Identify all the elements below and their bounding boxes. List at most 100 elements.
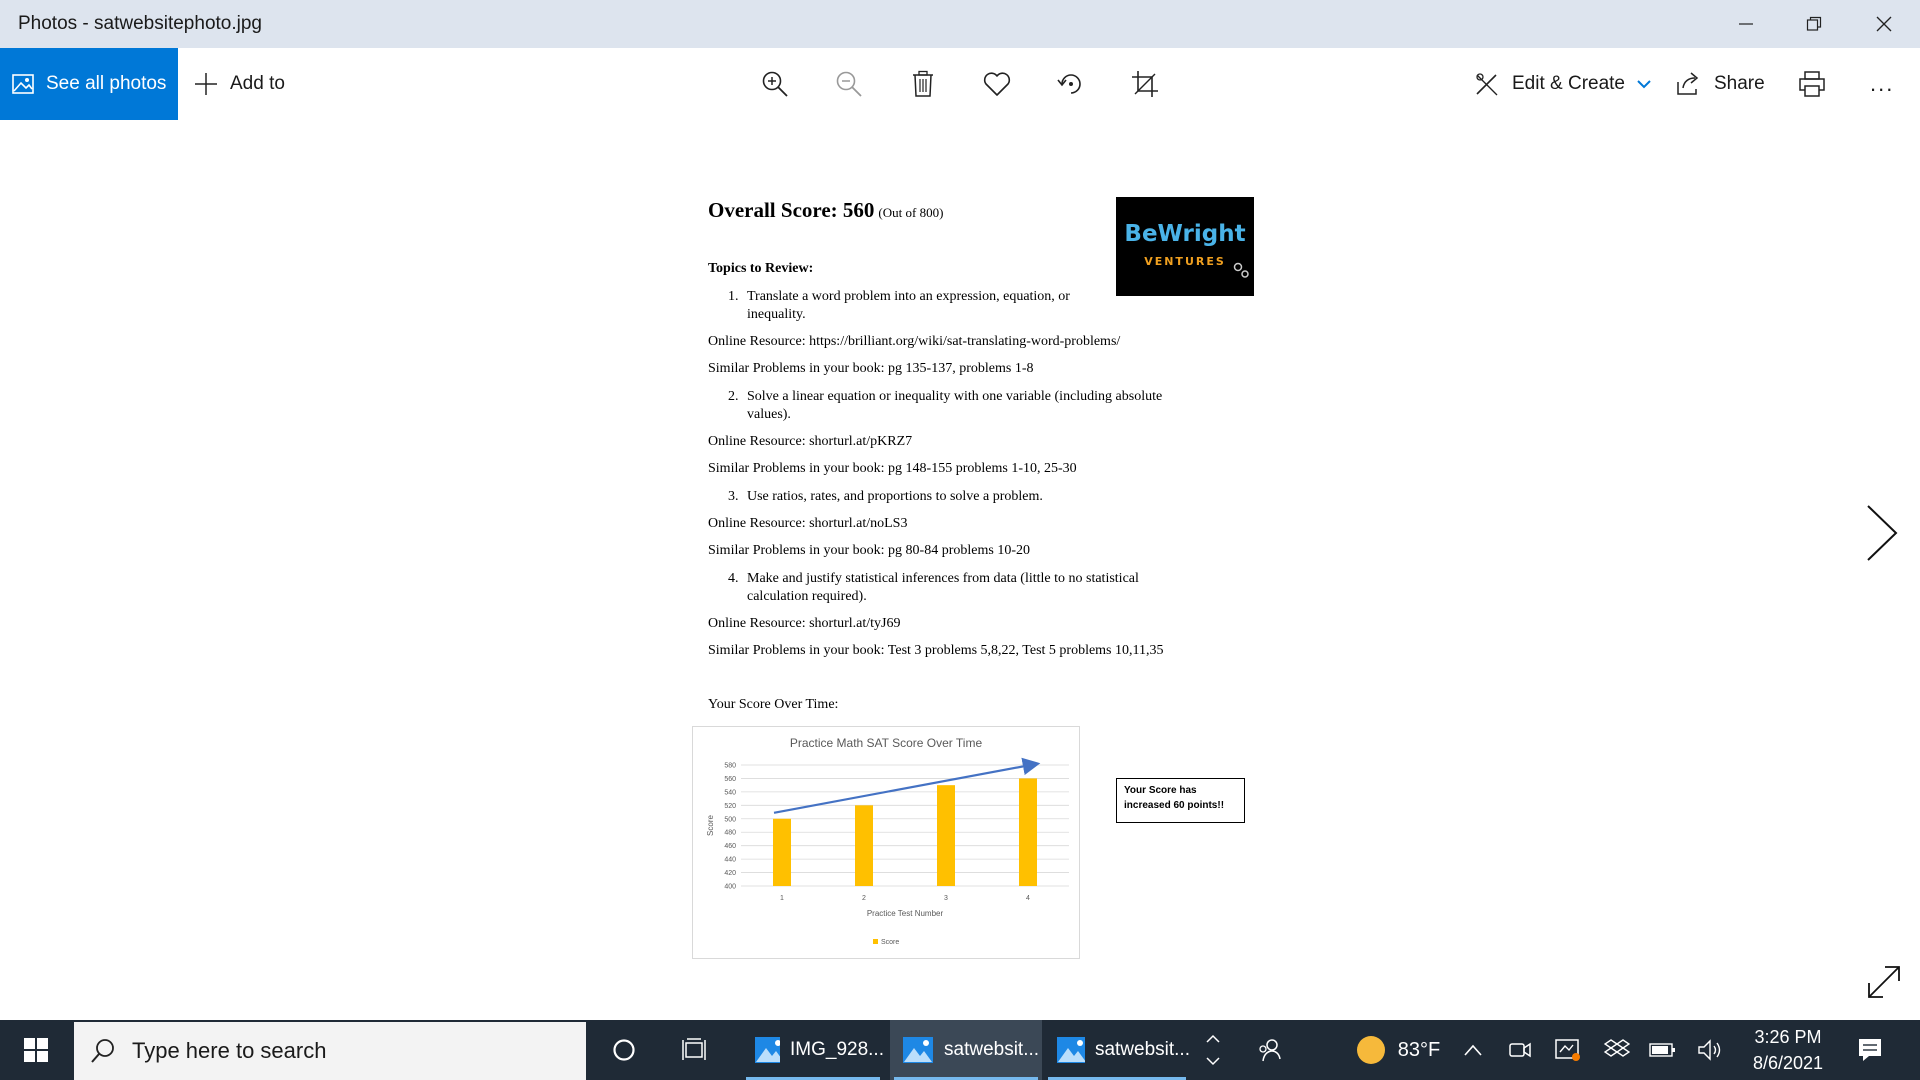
favorite-button[interactable] <box>977 64 1017 104</box>
restore-button[interactable] <box>1780 0 1848 48</box>
topic-number: 4. <box>728 571 739 586</box>
callout-line: Your Score has <box>1124 785 1197 796</box>
callout-line: increased 60 points!! <box>1124 800 1225 811</box>
people-button[interactable] <box>1250 1020 1290 1080</box>
action-center-button[interactable] <box>1850 1020 1890 1080</box>
more-options-button[interactable]: ... <box>1870 48 1894 120</box>
next-photo-button[interactable] <box>1862 503 1902 563</box>
chart-bar <box>855 805 873 886</box>
photos-icon <box>12 74 34 94</box>
search-icon <box>91 1039 114 1063</box>
zoom-out-button[interactable] <box>829 64 869 104</box>
clock-date: 8/6/2021 <box>1752 1053 1824 1073</box>
clock-time: 3:26 PM <box>1754 1027 1822 1047</box>
photos-app-icon <box>755 1037 780 1063</box>
full-screen-button[interactable] <box>1866 964 1902 1000</box>
camera-icon <box>1509 1042 1531 1058</box>
task-view-button[interactable] <box>676 1020 716 1080</box>
task-view-icon <box>682 1038 706 1060</box>
overall-score-label: Overall Score: 560 <box>708 198 875 222</box>
y-tick-label: 560 <box>724 776 736 783</box>
gears-icon <box>1233 262 1249 278</box>
legend-label: Score <box>881 939 899 946</box>
restore-icon <box>1806 16 1822 31</box>
crop-button[interactable] <box>1125 64 1165 104</box>
close-button[interactable] <box>1850 0 1918 48</box>
taskbar-app-label: satwebsit... <box>1094 1039 1190 1060</box>
taskbar-app-label: satwebsit... <box>944 1039 1040 1060</box>
edit-create-label: Edit & Create <box>1512 73 1625 94</box>
y-axis-label: Score <box>706 815 715 836</box>
chevron-up-icon <box>1206 1034 1220 1043</box>
taskbar-scroll[interactable] <box>1200 1020 1226 1080</box>
y-tick-label: 420 <box>724 870 736 877</box>
rotate-button[interactable] <box>1051 64 1091 104</box>
chart-bar <box>1019 778 1037 886</box>
taskbar-app-img928[interactable]: IMG_928... <box>742 1020 884 1080</box>
y-tick-label: 580 <box>724 763 736 770</box>
x-tick-label: 3 <box>944 895 948 902</box>
share-button[interactable]: Share <box>1676 48 1765 120</box>
print-button[interactable] <box>1792 64 1832 104</box>
y-tick-label: 540 <box>724 789 736 796</box>
battery-icon <box>1649 1043 1675 1057</box>
chart-bar <box>937 785 955 886</box>
similar-problems: Similar Problems in your book: pg 148-15… <box>708 461 1077 476</box>
delete-button[interactable] <box>903 64 943 104</box>
zoom-out-icon <box>836 71 862 97</box>
topic-line: inequality. <box>747 307 806 322</box>
y-tick-label: 480 <box>724 830 736 837</box>
topic-line: Solve a linear equation or inequality wi… <box>747 389 1163 404</box>
edit-create-icon <box>1476 73 1498 96</box>
crop-icon <box>1132 71 1158 97</box>
topics-heading: Topics to Review: <box>708 261 814 276</box>
volume-button[interactable] <box>1694 1020 1728 1080</box>
expand-icon <box>1868 966 1900 998</box>
cortana-button[interactable] <box>604 1020 644 1080</box>
score-callout: Your Score has increased 60 points!! <box>1116 778 1245 823</box>
photos-app-icon <box>903 1037 933 1063</box>
share-label: Share <box>1714 73 1765 94</box>
y-tick-label: 500 <box>724 816 736 823</box>
battery-button[interactable] <box>1646 1020 1680 1080</box>
title-bar: Photos - satwebsitephoto.jpg <box>0 0 1920 48</box>
overall-score: Overall Score: 560 (Out of 800) <box>708 198 943 223</box>
online-resource: Online Resource: shorturl.at/tyJ69 <box>708 616 901 631</box>
y-tick-label: 440 <box>724 857 736 864</box>
add-to-label: Add to <box>230 73 285 94</box>
clock[interactable]: 3:26 PM 8/6/2021 <box>1740 1024 1836 1076</box>
more-label: ... <box>1870 71 1895 96</box>
topic-line: calculation required). <box>747 589 867 604</box>
topic-number: 3. <box>728 489 739 504</box>
start-button[interactable] <box>0 1020 72 1080</box>
minimize-icon <box>1739 23 1753 25</box>
dropbox-button[interactable] <box>1600 1020 1634 1080</box>
taskbar-app-satwebsite-active[interactable]: satwebsit... <box>890 1020 1042 1080</box>
show-hidden-icons-button[interactable] <box>1458 1020 1488 1080</box>
print-icon <box>1799 71 1825 97</box>
similar-problems: Similar Problems in your book: pg 135-13… <box>708 361 1034 376</box>
screen-capture-icon <box>1555 1039 1580 1061</box>
zoom-in-button[interactable] <box>755 64 795 104</box>
sun-icon <box>1356 1036 1385 1064</box>
add-to-button[interactable]: Add to <box>194 48 285 120</box>
windows-logo-icon <box>24 1038 48 1062</box>
chevron-down-icon <box>1637 80 1651 89</box>
see-all-photos-button[interactable]: See all photos <box>0 48 178 120</box>
toolbar: See all photos Add to Edit & Create Shar… <box>0 48 1920 120</box>
screen-capture-button[interactable] <box>1550 1020 1586 1080</box>
minimize-button[interactable] <box>1712 0 1780 48</box>
legend-swatch <box>873 939 878 944</box>
x-tick-label: 4 <box>1026 895 1030 902</box>
delete-icon <box>913 70 933 97</box>
topic-number: 2. <box>728 389 739 404</box>
taskbar-search[interactable]: Type here to search <box>74 1022 586 1080</box>
taskbar-app-satwebsite[interactable]: satwebsit... <box>1044 1020 1190 1080</box>
logo-text-top: BeWright <box>1124 221 1246 247</box>
online-resource: Online Resource: https://brilliant.org/w… <box>708 334 1121 349</box>
weather-widget[interactable]: 83°F <box>1340 1020 1456 1080</box>
edit-create-button[interactable]: Edit & Create <box>1474 48 1651 120</box>
meet-now-button[interactable] <box>1504 1020 1536 1080</box>
plus-icon <box>195 73 217 95</box>
x-tick-label: 2 <box>862 895 866 902</box>
